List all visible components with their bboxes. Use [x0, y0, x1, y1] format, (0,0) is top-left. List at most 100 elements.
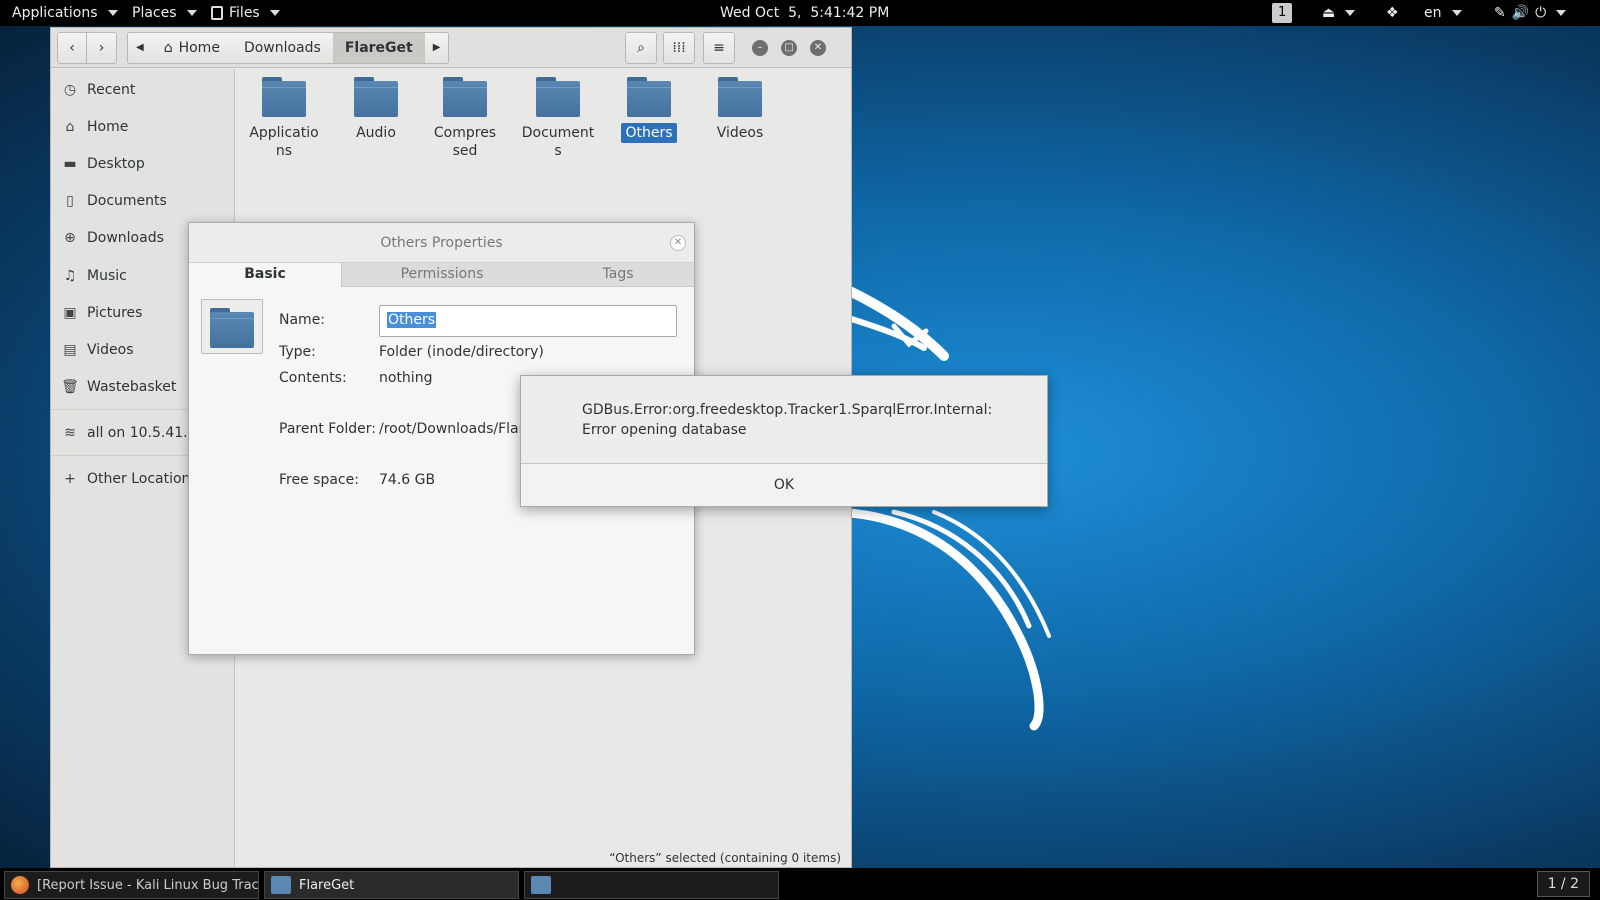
- places-menu[interactable]: Places: [132, 0, 197, 26]
- maximize-button[interactable]: □: [781, 40, 797, 56]
- search-icon: ⌕: [637, 40, 645, 56]
- applications-menu[interactable]: Applications: [12, 0, 118, 26]
- volume-icon: 🔊: [1511, 5, 1530, 21]
- folder-icon: [271, 876, 291, 894]
- search-button[interactable]: ⌕: [625, 32, 657, 64]
- sidebar-item-downloads[interactable]: ⊕ Downloads: [63, 227, 164, 249]
- places-menu-label: Places: [132, 5, 177, 21]
- hamburger-icon: ≡: [713, 40, 725, 56]
- sidebar-item-videos[interactable]: ▤ Videos: [63, 339, 133, 361]
- type-label: Type:: [279, 344, 316, 360]
- breadcrumb-home[interactable]: ⌂ Home: [152, 33, 232, 63]
- folder-icon-button[interactable]: [201, 299, 263, 354]
- folder-icon: [262, 77, 306, 117]
- breadcrumb-right-arrow[interactable]: ▶: [425, 33, 449, 63]
- dialog-close-button[interactable]: ✕: [670, 235, 686, 251]
- ok-button[interactable]: OK: [521, 464, 1047, 506]
- folder-item-others[interactable]: Others: [607, 77, 691, 143]
- menu-button[interactable]: ≡: [703, 32, 735, 64]
- folder-icon: [531, 876, 551, 894]
- files-menu[interactable]: Files: [211, 0, 280, 26]
- document-icon: ▯: [66, 193, 74, 209]
- film-icon: ▤: [63, 342, 77, 358]
- error-message: GDBus.Error:org.freedesktop.Tracker1.Spa…: [582, 402, 993, 438]
- breadcrumb-downloads[interactable]: Downloads: [232, 33, 333, 63]
- folder-label: Others: [621, 123, 677, 143]
- language-menu[interactable]: en: [1424, 0, 1462, 26]
- clock-icon: ◷: [63, 82, 77, 98]
- workspace-indicator[interactable]: 1: [1272, 0, 1293, 26]
- close-icon: ✕: [813, 42, 823, 53]
- sidebar-item-other-locations[interactable]: + Other Locations: [63, 468, 198, 490]
- workspace-pager[interactable]: 1 / 2: [1536, 871, 1590, 897]
- folder-icon: [354, 77, 398, 117]
- folder-item-audio[interactable]: Audio: [334, 77, 418, 143]
- chevron-down-icon: [1345, 10, 1356, 16]
- breadcrumb-left-arrow[interactable]: ◀: [128, 33, 152, 63]
- parent-folder-label: Parent Folder:: [279, 421, 377, 437]
- triangle-right-icon: ▶: [432, 42, 441, 53]
- tab-permissions[interactable]: Permissions: [342, 263, 542, 287]
- sidebar-item-label: Wastebasket: [87, 379, 177, 395]
- back-button[interactable]: ‹: [57, 32, 87, 64]
- sidebar-item-label: Pictures: [87, 305, 143, 321]
- home-icon: ⌂: [163, 40, 173, 56]
- contents-value: nothing: [379, 370, 433, 386]
- task-properties[interactable]: [524, 871, 779, 899]
- clock[interactable]: Wed Oct 5, 5:41:42 PM: [720, 0, 889, 26]
- task-flareget[interactable]: FlareGet: [264, 871, 519, 899]
- close-icon: ✕: [673, 237, 683, 248]
- navigation-buttons: ‹ ›: [57, 32, 117, 64]
- apps-indicator[interactable]: ❖: [1386, 0, 1399, 26]
- bottom-panel: [Report Issue - Kali Linux Bug Trac... F…: [0, 868, 1600, 900]
- files-app-icon: [211, 6, 223, 20]
- sidebar-item-music[interactable]: ♫ Music: [63, 265, 127, 287]
- pen-icon: ✎: [1494, 5, 1506, 21]
- sidebar-item-pictures[interactable]: ▣ Pictures: [63, 302, 142, 324]
- sidebar-item-label: all on 10.5.41....: [87, 425, 201, 441]
- task-firefox[interactable]: [Report Issue - Kali Linux Bug Trac...: [4, 871, 259, 899]
- download-icon: ⊕: [64, 230, 76, 246]
- folder-icon: [536, 77, 580, 117]
- sidebar-item-label: Recent: [87, 82, 136, 98]
- sidebar-item-home[interactable]: ⌂ Home: [63, 116, 129, 138]
- sidebar-item-recent[interactable]: ◷ Recent: [63, 79, 136, 101]
- breadcrumb-flareget[interactable]: FlareGet: [332, 33, 425, 63]
- minimize-button[interactable]: –: [752, 40, 768, 56]
- folder-label: Applications: [249, 125, 319, 159]
- folder-item-documents[interactable]: Documents: [516, 77, 600, 161]
- power-icon: ⏻: [1535, 5, 1547, 21]
- tab-basic[interactable]: Basic: [189, 263, 342, 287]
- chevron-right-icon: ›: [98, 40, 105, 56]
- breadcrumb-home-label: Home: [178, 40, 220, 56]
- folder-item-compressed[interactable]: Compressed: [425, 77, 505, 161]
- system-tray[interactable]: ✎ 🔊 ⏻: [1494, 0, 1567, 26]
- trash-icon: 🗑: [61, 379, 79, 395]
- header-bar: ‹ › ◀ ⌂ Home Downloads FlareGet ▶ ⌕ ⁞⁞⁞ …: [51, 28, 851, 68]
- chevron-down-icon: [107, 10, 118, 16]
- name-field[interactable]: Others: [379, 305, 677, 337]
- sidebar-item-wastebasket[interactable]: 🗑 Wastebasket: [61, 376, 177, 398]
- eject-menu[interactable]: ⏏: [1322, 0, 1356, 26]
- breadcrumb: ◀ ⌂ Home Downloads FlareGet ▶: [127, 32, 450, 64]
- folder-icon: [718, 77, 762, 117]
- tab-tags[interactable]: Tags: [542, 263, 694, 287]
- sidebar-item-label: Other Locations: [87, 471, 198, 487]
- folder-item-applications[interactable]: Applications: [242, 77, 326, 161]
- sidebar-item-network-share[interactable]: ≋ all on 10.5.41....: [63, 422, 201, 444]
- type-value: Folder (inode/directory): [379, 344, 544, 360]
- folder-icon: ▬: [63, 156, 77, 172]
- name-field-value: Others: [387, 312, 437, 328]
- free-space-label: Free space:: [279, 472, 359, 488]
- close-button[interactable]: ✕: [810, 40, 826, 56]
- firefox-icon: [11, 876, 29, 894]
- free-space-value: 74.6 GB: [379, 472, 436, 488]
- view-grid-button[interactable]: ⁞⁞⁞: [663, 32, 695, 64]
- sidebar-item-desktop[interactable]: ▬ Desktop: [63, 153, 144, 175]
- dialog-title: Others Properties: [189, 223, 694, 263]
- forward-button[interactable]: ›: [87, 32, 117, 64]
- chevron-left-icon: ‹: [69, 40, 75, 56]
- folder-item-videos[interactable]: Videos: [698, 77, 782, 143]
- sidebar-item-documents[interactable]: ▯ Documents: [63, 190, 167, 212]
- folder-label: Videos: [716, 125, 764, 141]
